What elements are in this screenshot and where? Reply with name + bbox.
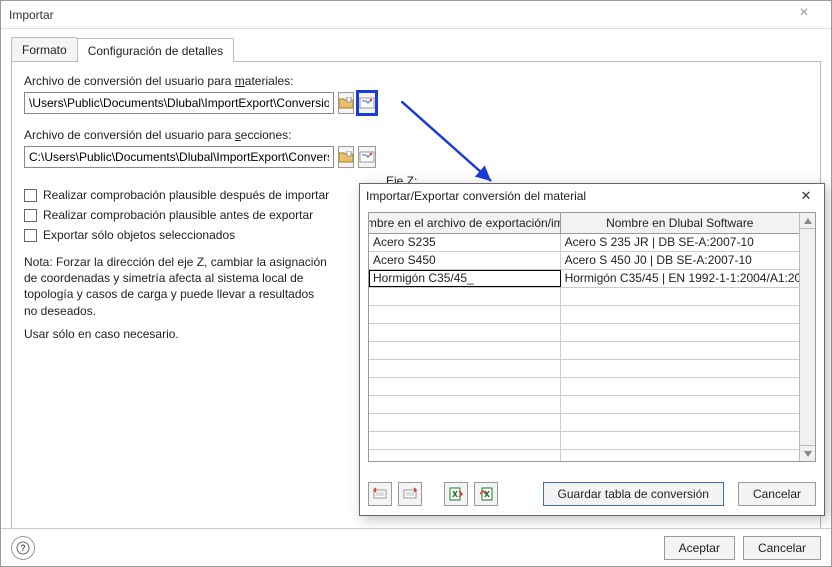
excel-import-button[interactable] [474,482,498,506]
checkbox-before-export-label: Realizar comprobación plausible antes de… [43,208,313,222]
subdialog-close-icon[interactable]: ✕ [794,188,818,204]
checkbox-only-selected[interactable] [24,229,37,242]
material-conversion-dialog: Importar/Exportar conversión del materia… [359,183,825,516]
materials-edit-button[interactable] [358,92,376,114]
cancel-button[interactable]: Cancelar [743,536,821,560]
dialog-cancel-button[interactable]: Cancelar [738,482,816,506]
subdialog-footer: Guardar tabla de conversión Cancelar [360,473,824,515]
table-row: Acero S235 Acero S 235 JR | DB SE-A:2007… [369,234,799,252]
tabs: Formato Configuración de detalles [11,37,821,62]
conversion-grid[interactable]: Nombre en el archivo de exportación/impo… [368,212,816,462]
help-button[interactable]: ? [11,536,35,560]
grid-header-dlubal-name: Nombre en Dlubal Software [561,213,799,233]
window-footer: ? Aceptar Cancelar [1,528,831,566]
table-row: Acero S450 Acero S 450 J0 | DB SE-A:2007… [369,252,799,270]
excel-export-button[interactable] [444,482,468,506]
titlebar: Importar × [1,1,831,29]
sections-path-input[interactable] [24,146,334,168]
row-delete-button[interactable] [398,482,422,506]
close-icon[interactable]: × [785,1,823,29]
checkbox-after-import-label: Realizar comprobación plausible después … [43,188,329,202]
sections-browse-button[interactable] [338,146,354,168]
sections-edit-button[interactable] [358,146,376,168]
note-use-only: Usar sólo en caso necesario. [24,327,374,341]
materials-browse-button[interactable] [338,92,354,114]
row-add-button[interactable] [368,482,392,506]
table-row: Hormigón C35/45_ Hormigón C35/45 | EN 19… [369,270,799,288]
tab-formato[interactable]: Formato [11,37,78,61]
scroll-down-icon[interactable] [800,445,815,461]
svg-text:?: ? [20,543,26,553]
materials-path-input[interactable] [24,92,334,114]
ok-button[interactable]: Aceptar [664,536,735,560]
tab-configuracion[interactable]: Configuración de detalles [77,38,234,62]
checkbox-only-selected-label: Exportar sólo objetos seleccionados [43,228,235,242]
subdialog-titlebar: Importar/Exportar conversión del materia… [360,184,824,208]
save-conversion-button[interactable]: Guardar tabla de conversión [543,482,724,506]
sections-label: Archivo de conversión del usuario para s… [24,128,374,142]
left-column: Archivo de conversión del usuario para m… [24,74,374,516]
checkbox-after-import[interactable] [24,189,37,202]
checkbox-before-export[interactable] [24,209,37,222]
subdialog-title: Importar/Exportar conversión del materia… [366,189,794,203]
window-title: Importar [9,8,785,22]
grid-header-export-name: Nombre en el archivo de exportación/impo [369,213,561,233]
import-window: Importar × Formato Configuración de deta… [0,0,832,567]
materials-label: Archivo de conversión del usuario para m… [24,74,374,88]
grid-scrollbar[interactable] [799,213,815,461]
scroll-up-icon[interactable] [800,213,815,229]
note-text: Nota: Forzar la dirección del eje Z, cam… [24,254,374,319]
